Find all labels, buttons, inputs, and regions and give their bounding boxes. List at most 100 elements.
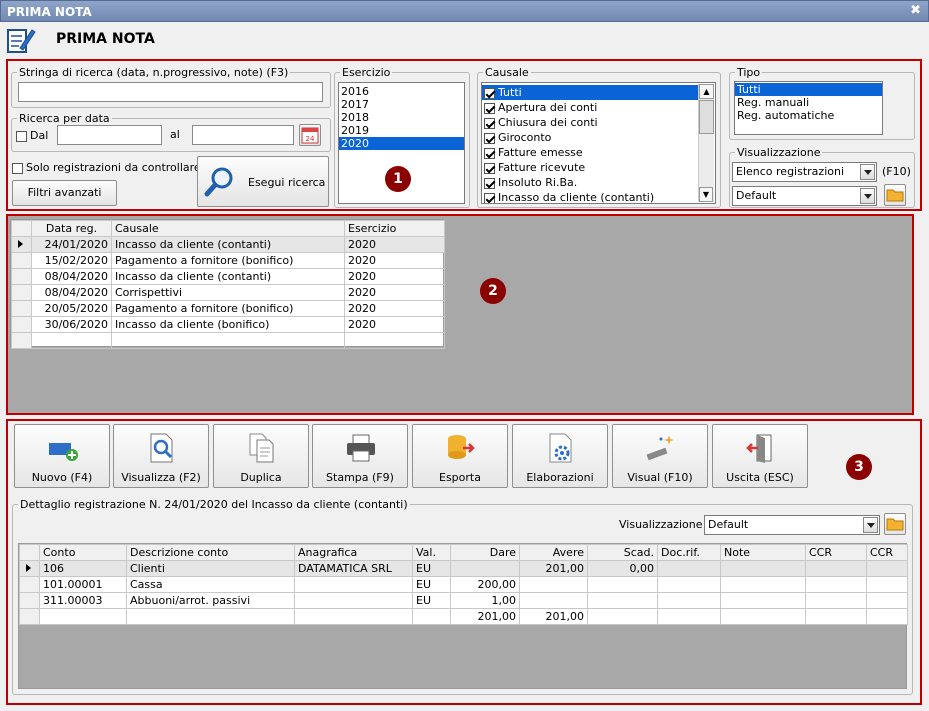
table-cell[interactable]: 106	[39, 560, 127, 577]
table-cell[interactable]	[31, 332, 112, 349]
causale-item[interactable]: Apertura dei conti	[482, 100, 715, 115]
table-cell[interactable]	[11, 332, 32, 349]
table-cell[interactable]: Corrispettivi	[111, 284, 345, 301]
column-header[interactable]: Conto	[39, 544, 127, 561]
table-cell[interactable]: 200,00	[450, 576, 520, 593]
table-row[interactable]: 20/05/2020 Pagamento a fornitore (bonific…	[11, 300, 445, 317]
visual-button[interactable]: Visual (F10)	[612, 424, 708, 488]
table-cell[interactable]: 1,00	[450, 592, 520, 609]
table-cell[interactable]	[805, 576, 867, 593]
duplicate-button[interactable]: Duplica	[213, 424, 309, 488]
table-cell[interactable]	[720, 560, 806, 577]
table-cell[interactable]: 30/06/2020	[31, 316, 112, 333]
tipo-item-selected[interactable]: Tutti	[735, 83, 882, 96]
chevron-down-icon[interactable]	[863, 517, 878, 533]
table-row[interactable]: 106 Clienti DATAMATICA SRL EU 201,00 0,00	[19, 560, 908, 577]
table-row[interactable]: 30/06/2020 Incasso da cliente (bonifico) 2…	[11, 316, 445, 333]
table-row[interactable]: 311.00003 Abbuoni/arrot. passivi EU 1,00	[19, 592, 908, 609]
table-cell[interactable]: 2020	[344, 236, 445, 253]
column-header[interactable]: Causale	[111, 220, 345, 237]
tipo-item[interactable]: Reg. automatiche	[735, 109, 882, 122]
table-cell[interactable]: Clienti	[126, 560, 295, 577]
row-indicator[interactable]	[11, 284, 32, 301]
table-cell[interactable]	[294, 576, 413, 593]
column-header[interactable]: Data reg.	[31, 220, 112, 237]
column-header[interactable]: Doc.rif.	[657, 544, 721, 561]
calendar-button[interactable]: 24	[299, 124, 321, 146]
table-cell[interactable]: Incasso da cliente (contanti)	[111, 268, 345, 285]
print-button[interactable]: Stampa (F9)	[312, 424, 408, 488]
column-header[interactable]: CCR	[805, 544, 867, 561]
current-row-indicator-icon[interactable]	[19, 560, 40, 577]
date-from-field[interactable]	[57, 125, 162, 145]
chevron-down-icon[interactable]	[860, 164, 875, 180]
open-layout-button[interactable]	[884, 184, 906, 206]
row-indicator[interactable]	[19, 592, 40, 609]
table-cell[interactable]: 101.00001	[39, 576, 127, 593]
column-header[interactable]: Anagrafica	[294, 544, 413, 561]
table-cell[interactable]: 15/02/2020	[31, 252, 112, 269]
table-cell[interactable]	[519, 576, 588, 593]
table-cell[interactable]	[657, 576, 721, 593]
table-cell[interactable]	[805, 560, 867, 577]
table-cell[interactable]: 2020	[344, 252, 445, 269]
table-cell[interactable]: Cassa	[126, 576, 295, 593]
detail-view-select[interactable]: Default	[704, 515, 880, 535]
row-indicator[interactable]	[11, 268, 32, 285]
column-header[interactable]: Avere	[519, 544, 588, 561]
table-cell[interactable]	[720, 576, 806, 593]
checkbox-icon[interactable]	[484, 87, 495, 99]
checkbox-icon[interactable]	[484, 117, 495, 129]
chevron-down-icon[interactable]	[860, 188, 875, 204]
table-cell[interactable]: 08/04/2020	[31, 268, 112, 285]
checkbox-icon[interactable]	[16, 130, 27, 142]
column-header[interactable]: CCR	[866, 544, 908, 561]
table-cell[interactable]	[866, 592, 908, 609]
export-button[interactable]: Esporta	[412, 424, 508, 488]
view-mode-select[interactable]: Elenco registrazioni	[732, 162, 877, 182]
table-cell[interactable]: 2020	[344, 284, 445, 301]
table-cell[interactable]	[720, 592, 806, 609]
column-header[interactable]: Note	[720, 544, 806, 561]
table-row[interactable]: 15/02/2020 Pagamento a fornitore (bonific…	[11, 252, 445, 269]
checkbox-icon[interactable]	[484, 162, 495, 174]
current-row-indicator-icon[interactable]	[11, 236, 32, 253]
table-cell[interactable]: 2020	[344, 300, 445, 317]
causale-list[interactable]: Tutti Apertura dei conti Chiusura dei co…	[481, 82, 716, 204]
detail-grid[interactable]: Conto Descrizione conto Anagrafica Val. Dare…	[18, 543, 908, 689]
causale-item[interactable]: Insoluto Ri.Ba.	[482, 175, 715, 190]
column-header[interactable]: Val.	[412, 544, 451, 561]
row-indicator[interactable]	[11, 300, 32, 317]
table-cell[interactable]	[866, 560, 908, 577]
column-header[interactable]: Scad.	[587, 544, 658, 561]
scroll-down-icon[interactable]: ▼	[699, 187, 713, 202]
row-indicator[interactable]	[11, 252, 32, 269]
advanced-filters-button[interactable]: Filtri avanzati	[12, 180, 117, 206]
column-header[interactable]: Dare	[450, 544, 520, 561]
table-row[interactable]: 08/04/2020 Incasso da cliente (contanti) 2…	[11, 268, 445, 285]
table-cell[interactable]	[111, 332, 345, 349]
checkbox-icon[interactable]	[12, 162, 23, 174]
date-from-checkbox[interactable]: Dal	[16, 129, 48, 142]
table-cell[interactable]: 311.00003	[39, 592, 127, 609]
layout-select[interactable]: Default	[732, 186, 877, 206]
date-to-field[interactable]	[192, 125, 294, 145]
causale-item[interactable]: Giroconto	[482, 130, 715, 145]
table-cell[interactable]: EU	[412, 576, 451, 593]
table-cell[interactable]	[519, 592, 588, 609]
causale-scrollbar[interactable]: ▲ ▼	[698, 84, 714, 202]
table-cell[interactable]: Incasso da cliente (bonifico)	[111, 316, 345, 333]
table-cell[interactable]: 08/04/2020	[31, 284, 112, 301]
scroll-thumb[interactable]	[699, 100, 714, 134]
causale-item[interactable]: Chiusura dei conti	[482, 115, 715, 130]
esercizio-item[interactable]: 2016	[339, 85, 464, 98]
table-cell[interactable]	[866, 576, 908, 593]
table-cell[interactable]	[657, 560, 721, 577]
esercizio-item[interactable]: 2017	[339, 98, 464, 111]
table-row[interactable]: 24/01/2020 Incasso da cliente (contanti) 2…	[11, 236, 445, 253]
esercizio-item[interactable]: 2019	[339, 124, 464, 137]
column-header[interactable]: Esercizio	[344, 220, 445, 237]
checkbox-icon[interactable]	[484, 102, 495, 114]
table-cell[interactable]: Abbuoni/arrot. passivi	[126, 592, 295, 609]
checkbox-icon[interactable]	[484, 177, 495, 189]
